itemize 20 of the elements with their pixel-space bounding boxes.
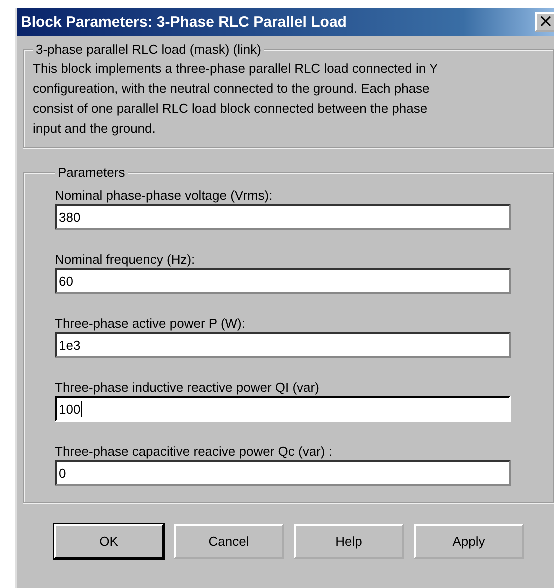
group-title: Parameters (57, 165, 126, 180)
field-label: Nominal frequency (Hz): (55, 252, 196, 267)
dialog-button[interactable]: Help (294, 524, 404, 559)
field-label: Nominal phase-phase voltage (Vrms): (55, 188, 274, 203)
input-field[interactable]: 0 (55, 460, 511, 486)
dialog-button[interactable]: OK (54, 524, 164, 559)
dialog-button[interactable]: Apply (414, 524, 524, 559)
window-title: Block Parameters: 3-Phase RLC Parallel Load (21, 14, 347, 30)
text-cursor (80, 401, 82, 417)
input-field[interactable]: 380 (55, 204, 511, 230)
field-label: Three-phase active power P (W): (55, 316, 246, 331)
input-field[interactable]: 100 (55, 396, 511, 422)
close-button[interactable]: × (535, 12, 554, 32)
field-label: Three-phase inductive reactive power QI (var) (55, 380, 320, 395)
field-label: Three-phase capacitive reacive power Qc (var) : (55, 444, 334, 459)
dialog-button[interactable]: Cancel (174, 524, 284, 559)
input-field[interactable]: 1e3 (55, 332, 511, 358)
group-title: 3-phase parallel RLC load (mask) (link) (35, 42, 262, 57)
description-text: This block implements a three-phase parallel RLC load connected in Y configureation, with the neutral connected to the ground. Each phase consist of one parallel RLC load block connected between the phase input and the ground. (33, 60, 439, 138)
input-field[interactable]: 60 (55, 268, 511, 294)
